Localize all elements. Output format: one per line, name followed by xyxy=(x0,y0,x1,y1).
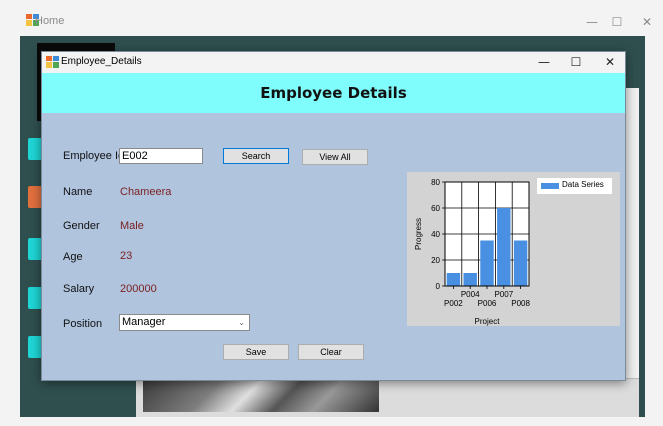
side-tile-4[interactable] xyxy=(28,287,42,309)
y-axis-label: Progress xyxy=(414,218,423,250)
gender-value: Male xyxy=(120,220,144,232)
y-tick-label: 20 xyxy=(431,256,440,265)
home-right-panel xyxy=(625,88,639,417)
page-title: Employee Details xyxy=(260,84,407,102)
salary-label: Salary xyxy=(63,283,95,295)
home-photo xyxy=(143,378,379,412)
x-tick-label: P002 xyxy=(444,299,463,308)
legend-series-label: Data Series xyxy=(562,180,604,189)
bar xyxy=(463,273,477,286)
salary-value: 200000 xyxy=(120,283,157,295)
employee-id-label: Employee Id xyxy=(63,150,125,162)
name-value: Chameera xyxy=(120,186,172,198)
x-tick-label: P006 xyxy=(478,299,497,308)
save-button[interactable]: Save xyxy=(223,344,289,360)
gender-label: Gender xyxy=(63,220,100,232)
side-tile-1[interactable] xyxy=(28,138,42,160)
home-minimize-button[interactable]: — xyxy=(582,12,602,32)
y-tick-label: 80 xyxy=(431,178,440,187)
employee-details-dialog: Employee_Details — ☐ ✕ Employee Details … xyxy=(41,51,626,381)
x-tick-label: P007 xyxy=(494,290,513,299)
legend-swatch xyxy=(541,183,559,189)
side-tile-3[interactable] xyxy=(28,238,42,260)
dialog-app-icon xyxy=(46,56,59,68)
y-tick-label: 60 xyxy=(431,204,440,213)
employee-id-input[interactable]: E002 xyxy=(119,148,203,164)
position-select-value: Manager xyxy=(122,316,166,328)
bar xyxy=(497,208,511,286)
side-tile-2[interactable] xyxy=(28,186,42,208)
age-label: Age xyxy=(63,251,83,263)
header-band: Employee Details xyxy=(42,73,625,113)
home-maximize-button[interactable]: ☐ xyxy=(607,12,627,32)
position-label: Position xyxy=(63,318,103,330)
dialog-title: Employee_Details xyxy=(61,56,142,67)
bar xyxy=(480,240,494,286)
x-tick-label: P008 xyxy=(511,299,530,308)
home-titlebar: Home — ☐ ✕ xyxy=(0,0,663,36)
chevron-down-icon[interactable]: ⌄ xyxy=(238,315,245,330)
y-tick-label: 40 xyxy=(431,230,440,239)
clear-button[interactable]: Clear xyxy=(298,344,364,360)
home-window-title: Home xyxy=(35,15,65,27)
bar xyxy=(513,240,528,286)
home-close-button[interactable]: ✕ xyxy=(637,12,657,32)
dialog-titlebar: Employee_Details — ☐ ✕ xyxy=(42,52,625,73)
chart-svg: 0 20 40 60 80 P002P004P006P007P008 Project Prog… xyxy=(414,178,530,326)
dialog-close-button[interactable]: ✕ xyxy=(600,53,620,71)
name-label: Name xyxy=(63,186,93,198)
side-tile-5[interactable] xyxy=(28,336,42,358)
position-select[interactable]: Manager ⌄ xyxy=(119,314,250,331)
bar xyxy=(446,273,461,286)
search-button[interactable]: Search xyxy=(223,148,289,164)
x-tick-label: P004 xyxy=(461,290,480,299)
view-all-button[interactable]: View All xyxy=(302,149,368,165)
dialog-maximize-button[interactable]: ☐ xyxy=(566,53,586,71)
y-tick-label: 0 xyxy=(436,282,441,291)
dialog-minimize-button[interactable]: — xyxy=(534,53,554,71)
chart-legend: Data Series xyxy=(537,178,612,194)
age-value: 23 xyxy=(120,250,133,262)
progress-chart: 0 20 40 60 80 P002 P004 P006 P007 P008 Project Prog… xyxy=(407,172,620,326)
x-axis-label: Project xyxy=(475,317,501,326)
